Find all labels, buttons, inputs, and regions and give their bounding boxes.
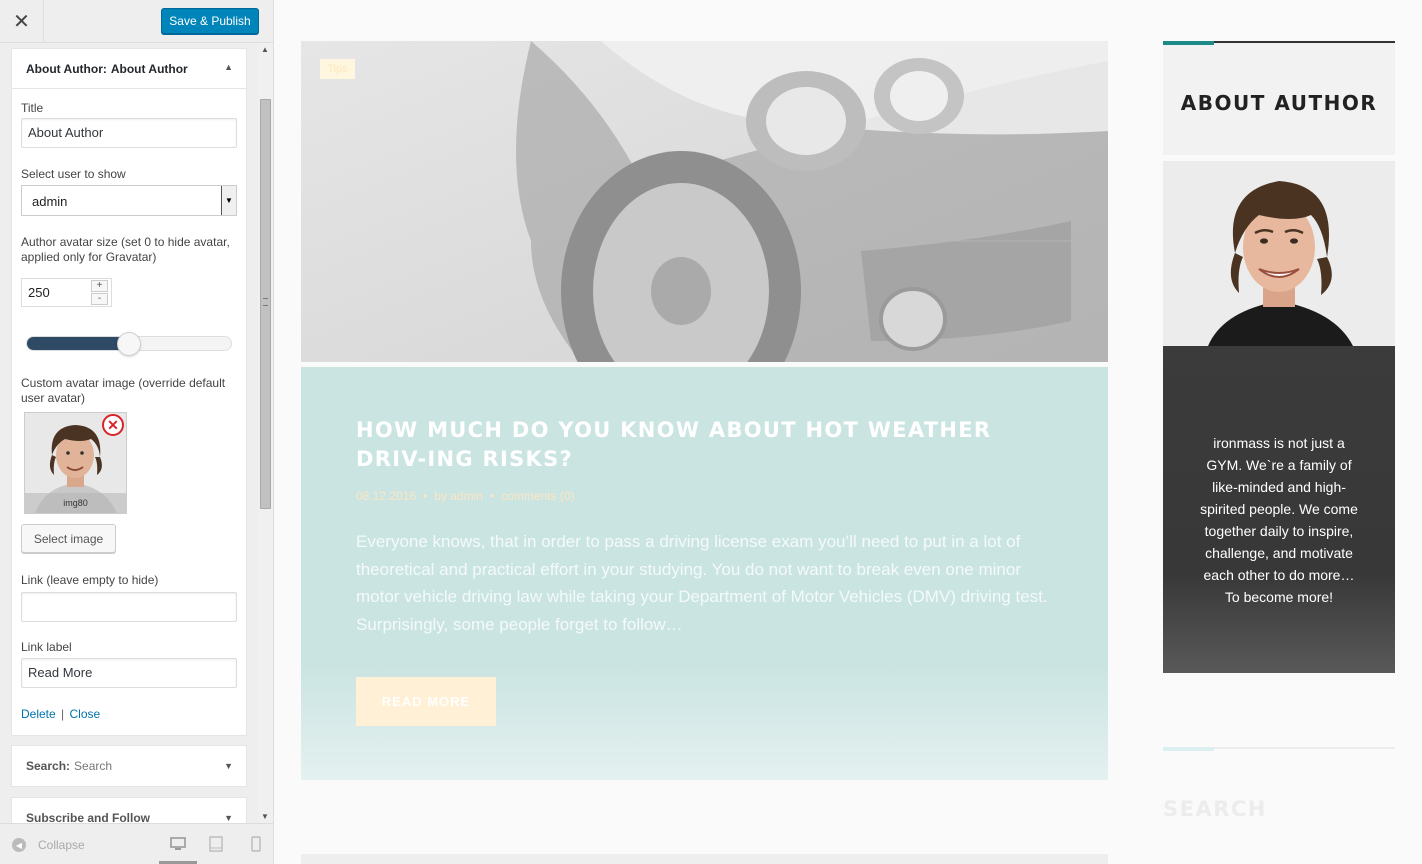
accent-bar xyxy=(1163,747,1214,751)
next-post-card xyxy=(301,854,1108,864)
author-photo xyxy=(1163,161,1395,346)
customizer-app: ✕ Save & Publish About Author: About Aut… xyxy=(0,0,1422,864)
post-comments[interactable]: comments (0) xyxy=(501,489,574,503)
link-input[interactable] xyxy=(21,592,237,622)
widget-title-prefix: Search: xyxy=(26,759,71,773)
post-title[interactable]: How much do you know about hot weather d… xyxy=(356,416,1056,474)
title-field-label: Title xyxy=(21,101,44,115)
category-badge[interactable]: Tips xyxy=(320,59,355,79)
tablet-preview-icon[interactable] xyxy=(208,836,224,852)
about-author-widget: ABOUT AUTHOR ironmass is not just a GYM.… xyxy=(1163,41,1395,673)
widget-search[interactable]: Search: Search ▼ xyxy=(11,745,247,787)
user-select[interactable]: admin ▼ xyxy=(21,185,237,216)
desktop-preview-icon[interactable] xyxy=(170,836,186,852)
widget-title-prefix: About Author: xyxy=(26,61,107,76)
avatar-size-slider[interactable] xyxy=(26,332,232,356)
about-author-title: ABOUT AUTHOR xyxy=(1180,91,1378,115)
widget-title-name: Search xyxy=(74,759,113,773)
scrollbar-thumb[interactable] xyxy=(260,99,271,509)
avatar-size-value: 250 xyxy=(28,285,50,300)
accent-bar xyxy=(1163,41,1214,45)
widget-about-author: About Author: About Author ▲ Title About… xyxy=(11,48,247,736)
customizer-sidebar: ✕ Save & Publish About Author: About Aut… xyxy=(0,0,274,864)
read-more-button[interactable]: READ MORE xyxy=(356,677,496,726)
widget-title-name: About Author xyxy=(110,61,188,76)
remove-avatar-icon[interactable]: ✕ xyxy=(102,414,124,436)
author-bio-text: ironmass is not just a GYM. We`re a fami… xyxy=(1200,435,1358,605)
post-date: 08.12.2016 xyxy=(356,489,417,503)
select-image-button[interactable]: Select image xyxy=(21,524,116,553)
collapse-arrow-icon[interactable]: ▲ xyxy=(224,62,233,72)
widget-actions: Delete | Close xyxy=(21,707,100,721)
author-bio-panel: ironmass is not just a GYM. We`re a fami… xyxy=(1163,346,1395,673)
scroll-up-icon[interactable]: ▲ xyxy=(261,45,269,54)
customizer-header: ✕ Save & Publish xyxy=(0,0,273,43)
widget-search-header[interactable]: Search: Search ▼ xyxy=(12,746,246,786)
title-input[interactable]: About Author xyxy=(21,118,237,148)
increment-icon[interactable]: + xyxy=(91,280,108,292)
post-excerpt: Everyone knows, that in order to pass a … xyxy=(356,532,1048,634)
featured-image[interactable]: Tips xyxy=(301,41,1108,362)
expand-arrow-icon[interactable]: ▼ xyxy=(224,813,233,823)
widget-about-author-header[interactable]: About Author: About Author ▲ xyxy=(12,49,246,89)
actions-separator: | xyxy=(61,707,65,721)
grip-icon xyxy=(263,298,268,306)
avatar-size-stepper[interactable]: 250 + - xyxy=(21,278,112,307)
link-label-field-label: Link label xyxy=(21,640,72,654)
expand-arrow-icon[interactable]: ▼ xyxy=(224,761,233,771)
decrement-icon[interactable]: - xyxy=(91,293,108,305)
widget-subscribe[interactable]: Subscribe and Follow ▼ xyxy=(11,797,247,823)
slider-fill xyxy=(27,337,129,350)
sidebar-scrollbar[interactable]: ▲ ▼ xyxy=(258,43,273,823)
search-title: SEARCH xyxy=(1163,797,1267,821)
avatar-caption: img80 xyxy=(25,493,126,513)
collapse-icon[interactable]: ◀ xyxy=(12,838,26,852)
custom-avatar-label: Custom avatar image (override default us… xyxy=(21,376,226,405)
post-card: How much do you know about hot weather d… xyxy=(301,367,1108,780)
widget-subscribe-header[interactable]: Subscribe and Follow ▼ xyxy=(12,798,246,823)
link-field-label: Link (leave empty to hide) xyxy=(21,573,159,587)
sidebar-scroll-area: About Author: About Author ▲ Title About… xyxy=(0,43,273,823)
mobile-preview-icon[interactable] xyxy=(248,836,264,852)
close-customizer-button[interactable]: ✕ xyxy=(0,0,44,43)
customizer-footer: ◀ Collapse xyxy=(0,823,273,864)
post-author[interactable]: by admin xyxy=(434,489,483,503)
about-author-header: ABOUT AUTHOR xyxy=(1163,41,1395,155)
slider-handle[interactable] xyxy=(117,332,141,356)
car-photo-image xyxy=(301,41,1108,362)
widget-title-prefix: Subscribe and Follow xyxy=(26,811,151,823)
author-portrait-image xyxy=(1163,161,1395,346)
user-select-label: Select user to show xyxy=(21,167,126,181)
meta-dot: • xyxy=(423,489,428,503)
collapse-label[interactable]: Collapse xyxy=(38,838,85,852)
meta-dot: • xyxy=(489,489,495,503)
close-icon: ✕ xyxy=(13,11,30,33)
post-meta: 08.12.2016 • by admin • comments (0) xyxy=(356,489,575,503)
avatar-size-label: Author avatar size (set 0 to hide avatar… xyxy=(21,235,230,264)
delete-widget-link[interactable]: Delete xyxy=(21,707,56,721)
link-label-input[interactable]: Read More xyxy=(21,658,237,688)
scroll-down-icon[interactable]: ▼ xyxy=(261,812,269,821)
user-select-value: admin xyxy=(32,194,68,209)
site-preview: Tips How much do you know about hot weat… xyxy=(274,0,1422,864)
chevron-down-icon[interactable]: ▼ xyxy=(221,186,236,215)
save-publish-button[interactable]: Save & Publish xyxy=(161,8,259,34)
close-widget-link[interactable]: Close xyxy=(70,707,101,721)
